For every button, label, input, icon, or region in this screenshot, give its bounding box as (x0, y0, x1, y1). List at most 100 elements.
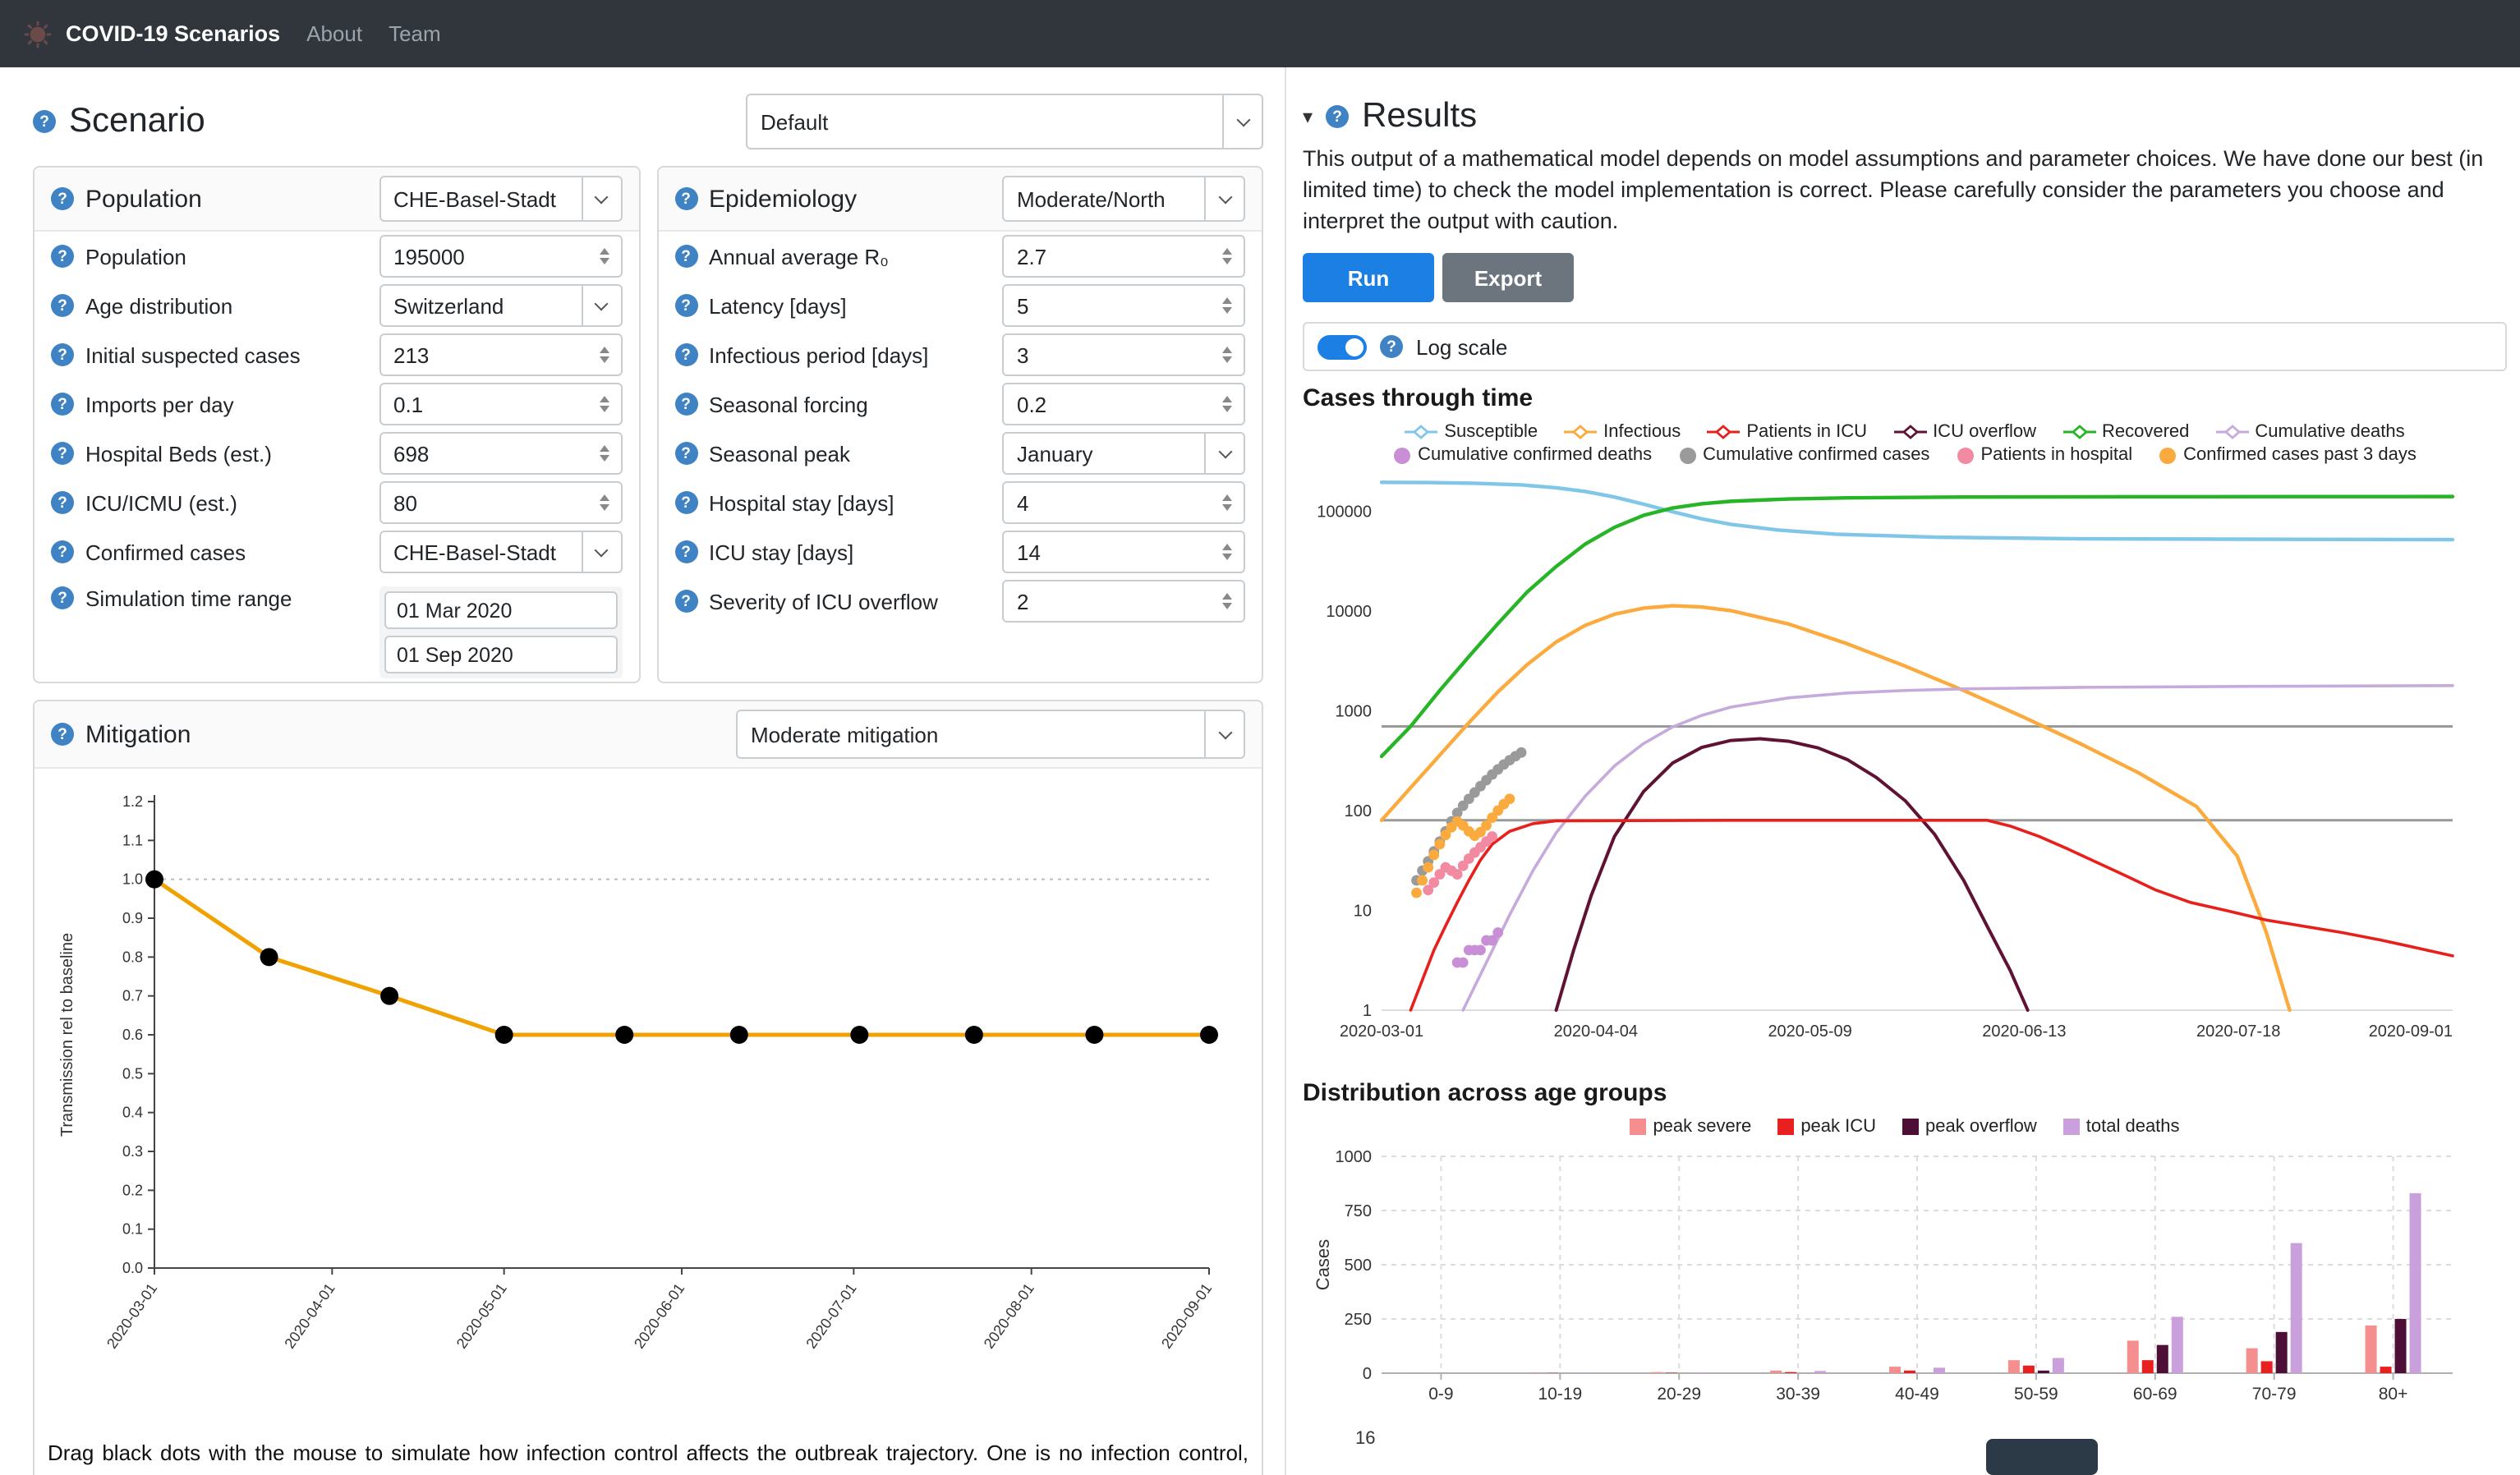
nav-link-team[interactable]: Team (389, 21, 441, 46)
initial-suspected-cases-input[interactable]: 213 (379, 333, 622, 376)
legend-item[interactable]: peak overflow (1902, 1118, 2037, 1137)
bar-peak-severe[interactable] (1770, 1372, 1782, 1374)
legend-item[interactable]: Confirmed cases past 3 days (2159, 446, 2417, 466)
spinner-icon[interactable] (1216, 544, 1239, 560)
help-icon[interactable]: ? (51, 245, 74, 268)
help-icon[interactable]: ? (51, 586, 74, 609)
severity-icu-overflow-input[interactable]: 2 (1002, 580, 1245, 623)
help-icon[interactable]: ? (51, 294, 74, 317)
partial-hidden-element[interactable] (1987, 1440, 2099, 1475)
confirmed-cases-select[interactable]: CHE-Basel-Stadt (379, 531, 622, 573)
mitigation-drag-dot[interactable] (1084, 1026, 1102, 1044)
population-preset-select[interactable]: CHE-Basel-Stadt (379, 176, 622, 222)
help-icon[interactable]: ? (674, 442, 697, 465)
help-icon[interactable]: ? (674, 393, 697, 416)
age-distribution-chart[interactable]: 025050075010000-910-1920-2930-3940-4950-… (1303, 1141, 2472, 1423)
log-scale-toggle[interactable] (1317, 335, 1367, 360)
bar-peak-ICU[interactable] (2380, 1367, 2392, 1374)
legend-item[interactable]: Infectious (1564, 423, 1681, 443)
run-button[interactable]: Run (1303, 254, 1434, 303)
bar-total-deaths[interactable] (1814, 1372, 1826, 1374)
spinner-icon[interactable] (1216, 593, 1239, 609)
hospital-beds-input[interactable]: 698 (379, 432, 622, 475)
spinner-icon[interactable] (1216, 248, 1239, 264)
legend-item[interactable]: Cumulative deaths (2215, 423, 2404, 443)
mitigation-drag-dot[interactable] (964, 1026, 982, 1044)
bar-peak-overflow[interactable] (2395, 1320, 2407, 1374)
help-icon[interactable]: ? (674, 540, 697, 563)
bar-peak-severe[interactable] (1532, 1373, 1543, 1374)
bar-peak-ICU[interactable] (2142, 1361, 2154, 1374)
legend-item[interactable]: Cumulative confirmed deaths (1393, 446, 1652, 466)
help-icon[interactable]: ? (51, 187, 74, 210)
seasonal-forcing-input[interactable]: 0.2 (1002, 383, 1245, 425)
help-icon[interactable]: ? (51, 393, 74, 416)
legend-item[interactable]: Patients in ICU (1707, 423, 1867, 443)
help-icon[interactable]: ? (1326, 105, 1349, 128)
legend-item[interactable]: Cumulative confirmed cases (1678, 446, 1929, 466)
mitigation-drag-dot[interactable] (1199, 1026, 1217, 1044)
mitigation-drag-dot[interactable] (379, 987, 398, 1005)
bar-peak-severe[interactable] (2008, 1361, 2020, 1374)
bar-peak-severe[interactable] (1889, 1367, 1901, 1374)
nav-link-about[interactable]: About (306, 21, 362, 46)
seasonal-peak-select[interactable]: January (1002, 432, 1245, 475)
help-icon[interactable]: ? (51, 442, 74, 465)
epidemiology-preset-select[interactable]: Moderate/North (1002, 176, 1245, 222)
bar-peak-severe[interactable] (1651, 1373, 1662, 1374)
scenario-preset-select[interactable]: Default (746, 94, 1263, 149)
help-icon[interactable]: ? (674, 343, 697, 366)
spinner-icon[interactable] (1216, 396, 1239, 412)
mitigation-preset-select[interactable]: Moderate mitigation (736, 710, 1245, 759)
legend-item[interactable]: Susceptible (1405, 423, 1538, 443)
icu-stay-input[interactable]: 14 (1002, 531, 1245, 573)
help-icon[interactable]: ? (51, 723, 74, 746)
spinner-icon[interactable] (592, 396, 615, 412)
help-icon[interactable]: ? (51, 540, 74, 563)
help-icon[interactable]: ? (51, 491, 74, 514)
hospital-stay-input[interactable]: 4 (1002, 481, 1245, 524)
population-input[interactable]: 195000 (379, 235, 622, 278)
bar-peak-severe[interactable] (2246, 1349, 2258, 1374)
spinner-icon[interactable] (592, 347, 615, 363)
help-icon[interactable]: ? (674, 294, 697, 317)
help-icon[interactable]: ? (33, 110, 56, 133)
bar-peak-overflow[interactable] (2276, 1333, 2288, 1374)
infectious-period-input[interactable]: 3 (1002, 333, 1245, 376)
legend-item[interactable]: peak severe (1630, 1118, 1751, 1137)
legend-item[interactable]: total deaths (2063, 1118, 2180, 1137)
legend-item[interactable]: peak ICU (1777, 1118, 1876, 1137)
mitigation-drag-dot[interactable] (145, 871, 163, 889)
help-icon[interactable]: ? (674, 187, 697, 210)
bar-total-deaths[interactable] (2172, 1317, 2183, 1374)
help-icon[interactable]: ? (674, 245, 697, 268)
spinner-icon[interactable] (1216, 347, 1239, 363)
legend-item[interactable]: Patients in hospital (1956, 446, 2132, 466)
mitigation-drag-dot[interactable] (614, 1026, 632, 1044)
icu-beds-input[interactable]: 80 (379, 481, 622, 524)
legend-item[interactable]: Recovered (2062, 423, 2189, 443)
date-start-input[interactable]: 01 Mar 2020 (384, 591, 617, 629)
mitigation-drag-dot[interactable] (849, 1026, 867, 1044)
age-distribution-select[interactable]: Switzerland (379, 284, 622, 327)
r0-input[interactable]: 2.7 (1002, 235, 1245, 278)
spinner-icon[interactable] (592, 248, 615, 264)
mitigation-drag-dot[interactable] (729, 1026, 747, 1044)
help-icon[interactable]: ? (674, 491, 697, 514)
bar-peak-ICU[interactable] (1904, 1372, 1915, 1374)
bar-total-deaths[interactable] (2053, 1358, 2064, 1373)
bar-total-deaths[interactable] (1576, 1373, 1588, 1374)
cases-chart[interactable]: 1101001000100001000002020-03-012020-04-0… (1303, 469, 2472, 1064)
bar-total-deaths[interactable] (1934, 1368, 1945, 1374)
bar-peak-ICU[interactable] (2023, 1367, 2035, 1374)
date-end-input[interactable]: 01 Sep 2020 (384, 636, 617, 673)
imports-per-day-input[interactable]: 0.1 (379, 383, 622, 425)
help-icon[interactable]: ? (1380, 336, 1403, 359)
bar-peak-ICU[interactable] (1785, 1373, 1796, 1374)
bar-peak-severe[interactable] (2127, 1341, 2139, 1374)
spinner-icon[interactable] (1216, 297, 1239, 314)
export-button[interactable]: Export (1442, 254, 1574, 303)
bar-total-deaths[interactable] (1695, 1373, 1707, 1374)
help-icon[interactable]: ? (51, 343, 74, 366)
bar-peak-severe[interactable] (2366, 1326, 2377, 1374)
